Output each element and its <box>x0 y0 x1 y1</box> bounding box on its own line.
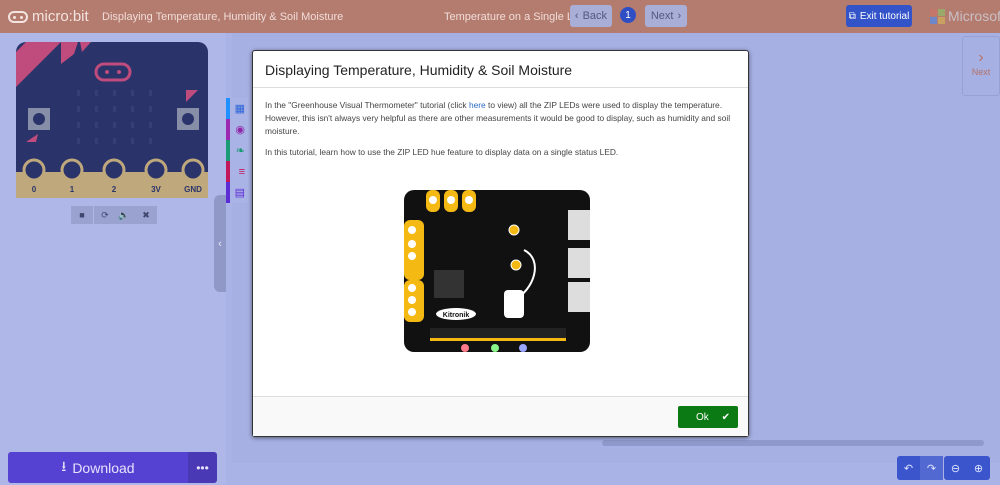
second-paragraph: In this tutorial, learn how to use the Z… <box>265 147 619 157</box>
list-icon: ≡ <box>238 165 245 178</box>
back-label: Back <box>582 10 608 22</box>
zoom-group: ⊖ ⊕ <box>944 456 990 480</box>
undo-icon[interactable]: ↶ <box>897 456 920 480</box>
toolbox-loops[interactable]: ≡ <box>226 161 248 182</box>
target-icon: ◉ <box>235 124 245 136</box>
chevron-right-icon: › <box>677 10 682 22</box>
next-label: Next <box>971 67 991 77</box>
fullscreen-icon[interactable]: ✖ <box>135 206 157 224</box>
simulator-controls-3: ✖ <box>135 206 157 224</box>
svg-text:2: 2 <box>112 185 117 194</box>
here-link[interactable]: here <box>469 100 486 110</box>
back-button[interactable]: ‹ Back <box>570 5 612 27</box>
next-label: Next <box>650 10 674 22</box>
button-a[interactable] <box>28 108 50 130</box>
redo-icon[interactable]: ↷ <box>920 456 943 480</box>
microbit-icon <box>8 10 28 23</box>
intro-paragraph: In the "Greenhouse Visual Thermometer" t… <box>265 99 736 138</box>
horizontal-scrollbar[interactable] <box>602 440 984 446</box>
microbit-simulator[interactable]: 0 1 2 3V GND <box>16 42 208 198</box>
simulator-controls: ■ ⟳ <box>71 206 116 224</box>
tutorial-dialog: Displaying Temperature, Humidity & Soil … <box>252 50 749 437</box>
ok-button[interactable]: Ok ✔ <box>678 406 738 428</box>
step-indicator[interactable]: 1 <box>620 7 636 23</box>
exit-tutorial-button[interactable]: ⧉ Exit tutorial <box>846 5 912 27</box>
collapse-simulator-button[interactable]: ‹ <box>214 195 226 292</box>
undo-redo-group: ↶ ↷ <box>897 456 943 480</box>
download-label: Download <box>72 459 135 476</box>
exit-label: Exit tutorial <box>859 10 910 22</box>
toolbox-environment[interactable]: ❧ <box>226 140 248 161</box>
svg-text:3V: 3V <box>151 185 161 194</box>
ok-label: Ok <box>696 411 709 423</box>
next-button[interactable]: Next › <box>645 5 687 27</box>
leaf-icon: ❧ <box>235 145 245 157</box>
zoom-in-icon[interactable]: ⊕ <box>967 456 990 480</box>
toolbox: ▦ ◉ ❧ ≡ ▤ <box>226 98 248 203</box>
workspace-next-button[interactable]: › Next <box>962 36 1000 96</box>
brand-text: Microsoft <box>948 8 1000 24</box>
kitronik-board-image: Kitronik <box>404 190 590 352</box>
microbit-logo[interactable]: micro:bit <box>8 8 89 25</box>
sound-icon[interactable]: 🔈 <box>113 206 135 224</box>
dialog-footer: Ok ✔ <box>253 396 748 436</box>
microsoft-logo[interactable]: Microsoft <box>930 8 1000 24</box>
download-icon: ⭳ <box>61 457 67 474</box>
chevron-right-icon: › <box>978 49 984 66</box>
toolbox-basic[interactable]: ▦ <box>226 98 248 119</box>
microsoft-icon <box>930 8 945 24</box>
svg-text:1: 1 <box>70 185 75 194</box>
download-button[interactable]: ⭳ Download <box>8 452 188 483</box>
toolbox-input[interactable]: ◉ <box>226 119 248 140</box>
chevron-left-icon: ‹ <box>218 237 222 250</box>
toolbox-math[interactable]: ▤ <box>226 182 248 203</box>
more-options-button[interactable]: ••• <box>188 452 217 483</box>
simulator-controls-2: 🔈 <box>113 206 135 224</box>
button-b[interactable] <box>177 108 199 130</box>
dialog-title: Displaying Temperature, Humidity & Soil … <box>253 51 748 88</box>
logo-text: micro:bit <box>32 8 89 25</box>
stop-icon[interactable]: ■ <box>71 206 93 224</box>
external-link-icon: ⧉ <box>848 10 856 22</box>
calculator-icon: ▤ <box>234 187 245 199</box>
dialog-body: In the "Greenhouse Visual Thermometer" t… <box>253 88 748 398</box>
chevron-left-icon: ‹ <box>574 10 579 22</box>
step-title: Temperature on a Single LED <box>444 11 589 23</box>
svg-text:Kitronik: Kitronik <box>443 312 470 319</box>
tutorial-title: Displaying Temperature, Humidity & Soil … <box>102 11 344 23</box>
svg-text:0: 0 <box>32 185 37 194</box>
check-icon: ✔ <box>721 411 730 423</box>
header: micro:bit Displaying Temperature, Humidi… <box>0 0 1000 33</box>
zoom-out-icon[interactable]: ⊖ <box>944 456 967 480</box>
grid-icon: ▦ <box>234 103 245 115</box>
text: In the "Greenhouse Visual Thermometer" t… <box>265 100 469 110</box>
svg-text:GND: GND <box>184 185 202 194</box>
